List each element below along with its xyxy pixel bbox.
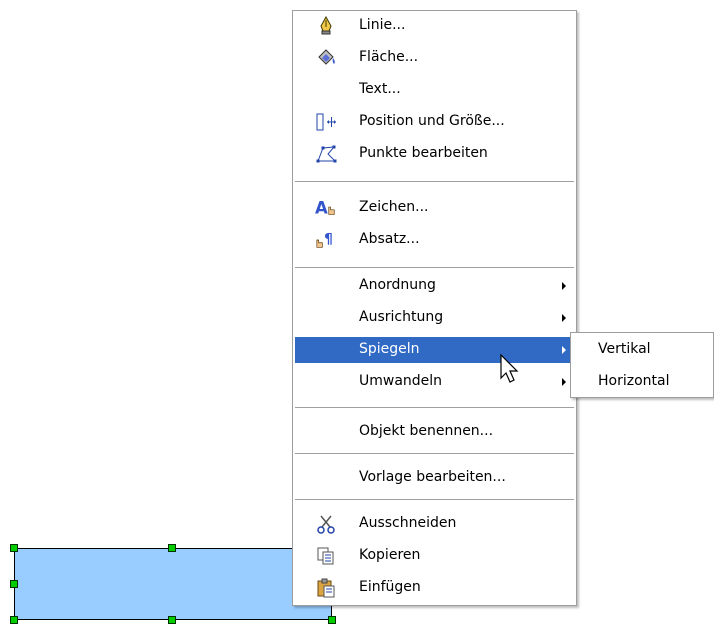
menu-item-punkte-bearbeiten[interactable]: Punkte bearbeiten [295, 141, 574, 167]
svg-text:A: A [315, 199, 328, 218]
menu-item-label: Punkte bearbeiten [359, 145, 488, 161]
submenu-item-label: Vertikal [598, 341, 651, 357]
submenu-arrow-icon [562, 346, 566, 354]
menu-item-label: Ausschneiden [359, 515, 457, 531]
selection-handle-top-left[interactable] [10, 544, 18, 552]
menu-separator [295, 499, 574, 503]
menu-item-spiegeln[interactable]: Spiegeln [295, 337, 574, 363]
submenu-item-vertikal[interactable]: Vertikal [598, 341, 651, 357]
menu-item-label: Vorlage bearbeiten... [359, 469, 506, 485]
submenu-arrow-icon [562, 314, 566, 322]
menu-item-label: Umwandeln [359, 373, 443, 389]
menu-item-vorlage-bearbeiten[interactable]: Vorlage bearbeiten... [295, 465, 574, 491]
svg-text:¶: ¶ [324, 232, 333, 248]
position-size-icon [315, 112, 337, 132]
copy-icon [315, 546, 337, 566]
submenu-arrow-icon [562, 282, 566, 290]
menu-item-label: Kopieren [359, 547, 421, 563]
menu-item-label: Absatz... [359, 231, 420, 247]
menu-item-label: Anordnung [359, 277, 436, 293]
menu-item-zeichen[interactable]: A Zeichen... [295, 195, 574, 221]
menu-item-label: Spiegeln [359, 341, 420, 357]
menu-item-label: Zeichen... [359, 199, 429, 215]
menu-item-flaeche[interactable]: Fläche... [295, 45, 574, 71]
submenu-item-horizontal[interactable]: Horizontal [598, 373, 669, 389]
menu-item-label: Fläche... [359, 49, 419, 65]
menu-item-label: Ausrichtung [359, 309, 444, 325]
selection-handle-top-middle[interactable] [168, 544, 176, 552]
menu-item-ausrichtung[interactable]: Ausrichtung [295, 305, 574, 331]
menu-separator [295, 181, 574, 185]
menu-item-label: Objekt benennen... [359, 423, 494, 439]
clipboard-icon [315, 578, 337, 598]
menu-item-einfuegen[interactable]: Einfügen [295, 575, 574, 601]
edit-points-icon [315, 144, 337, 164]
character-icon: A [315, 198, 337, 218]
submenu-spiegeln: Vertikal Horizontal [570, 332, 714, 398]
selection-handle-bottom-middle[interactable] [168, 616, 176, 624]
menu-separator [295, 267, 574, 271]
mouse-pointer-icon [500, 353, 520, 388]
selection-handle-middle-left[interactable] [10, 580, 18, 588]
selected-rectangle-shape[interactable] [14, 548, 332, 620]
menu-item-position-und-groesse[interactable]: Position und Größe... [295, 109, 574, 135]
scissors-icon [315, 514, 337, 534]
menu-separator [295, 453, 574, 457]
menu-item-text[interactable]: Text... [295, 77, 574, 103]
menu-item-ausschneiden[interactable]: Ausschneiden [295, 511, 574, 537]
menu-item-label: Text... [359, 81, 401, 97]
paragraph-icon: ¶ [315, 230, 337, 250]
submenu-item-label: Horizontal [598, 373, 670, 389]
selection-handle-bottom-left[interactable] [10, 616, 18, 624]
menu-item-linie[interactable]: Linie... [295, 13, 574, 39]
menu-item-label: Position und Größe... [359, 113, 505, 129]
menu-item-kopieren[interactable]: Kopieren [295, 543, 574, 569]
menu-item-umwandeln[interactable]: Umwandeln [295, 369, 574, 395]
menu-item-label: Einfügen [359, 579, 421, 595]
menu-item-absatz[interactable]: ¶ Absatz... [295, 227, 574, 253]
menu-item-label: Linie... [359, 17, 406, 33]
submenu-arrow-icon [562, 378, 566, 386]
selection-handle-bottom-right[interactable] [328, 616, 336, 624]
paint-bucket-icon [315, 48, 337, 68]
menu-separator [295, 407, 574, 411]
menu-item-anordnung[interactable]: Anordnung [295, 273, 574, 299]
pen-icon [315, 16, 337, 36]
menu-item-objekt-benennen[interactable]: Objekt benennen... [295, 419, 574, 445]
context-menu: Linie... Fläche... Text... Position und … [292, 10, 577, 606]
